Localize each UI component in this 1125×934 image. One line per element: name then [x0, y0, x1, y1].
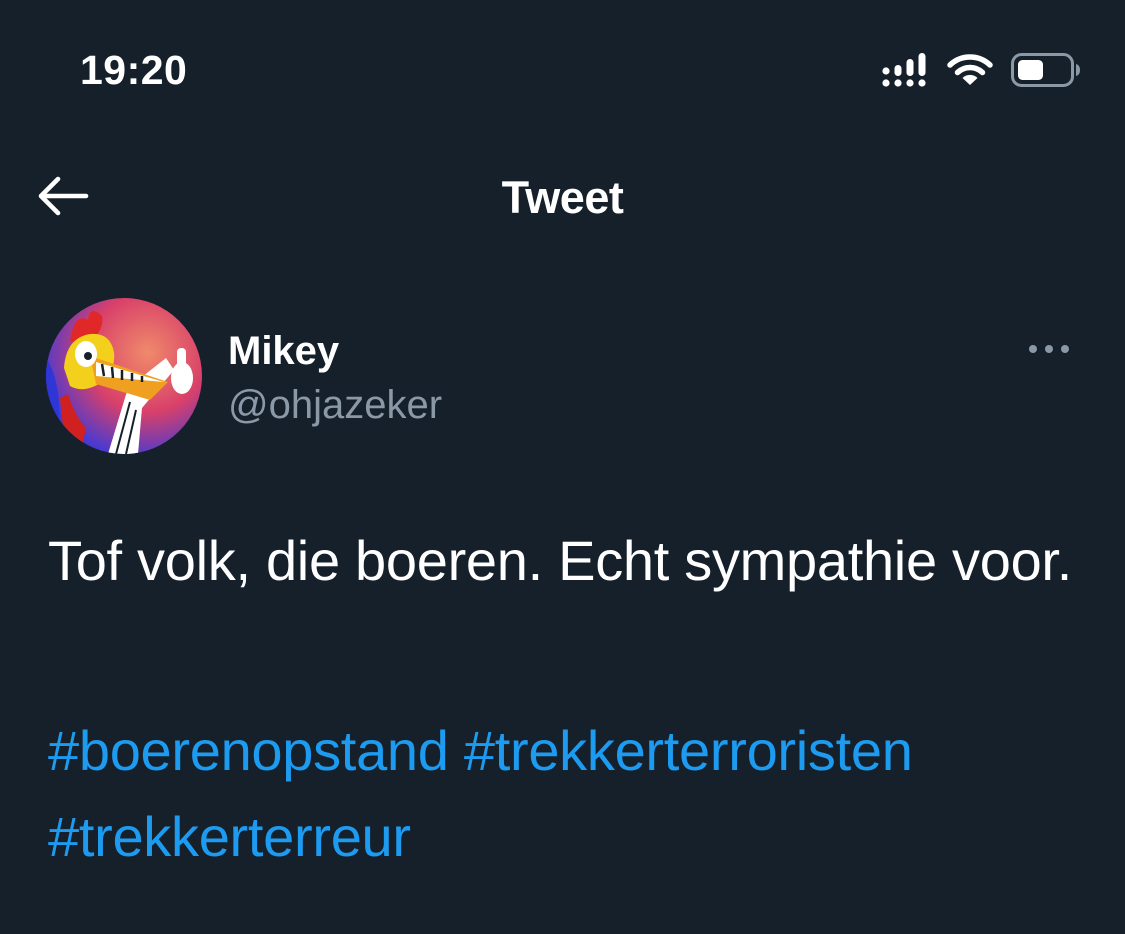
tweet-hashtags: #boerenopstand #trekkerterroristen #trek… [48, 708, 1108, 880]
page-title: Tweet [501, 172, 624, 223]
battery-icon [1011, 52, 1081, 88]
wifi-icon [947, 53, 993, 87]
hashtag-link[interactable]: #boerenopstand [48, 719, 449, 782]
cellular-signal-icon [881, 52, 929, 88]
status-bar-time: 19:20 [80, 47, 188, 93]
hashtag-link[interactable]: #trekkerterroristen [464, 719, 913, 782]
more-horizontal-icon [1027, 342, 1071, 360]
avatar[interactable] [46, 298, 202, 454]
author-handle[interactable]: @ohjazeker [228, 382, 442, 428]
tweet-text: Tof volk, die boeren. Echt sympathie voo… [48, 529, 1072, 592]
status-bar-icons [881, 48, 1081, 92]
more-options-button[interactable] [1023, 336, 1075, 366]
hashtag-link[interactable]: #trekkerterreur [48, 805, 411, 868]
author-name[interactable]: Mikey [228, 328, 339, 374]
